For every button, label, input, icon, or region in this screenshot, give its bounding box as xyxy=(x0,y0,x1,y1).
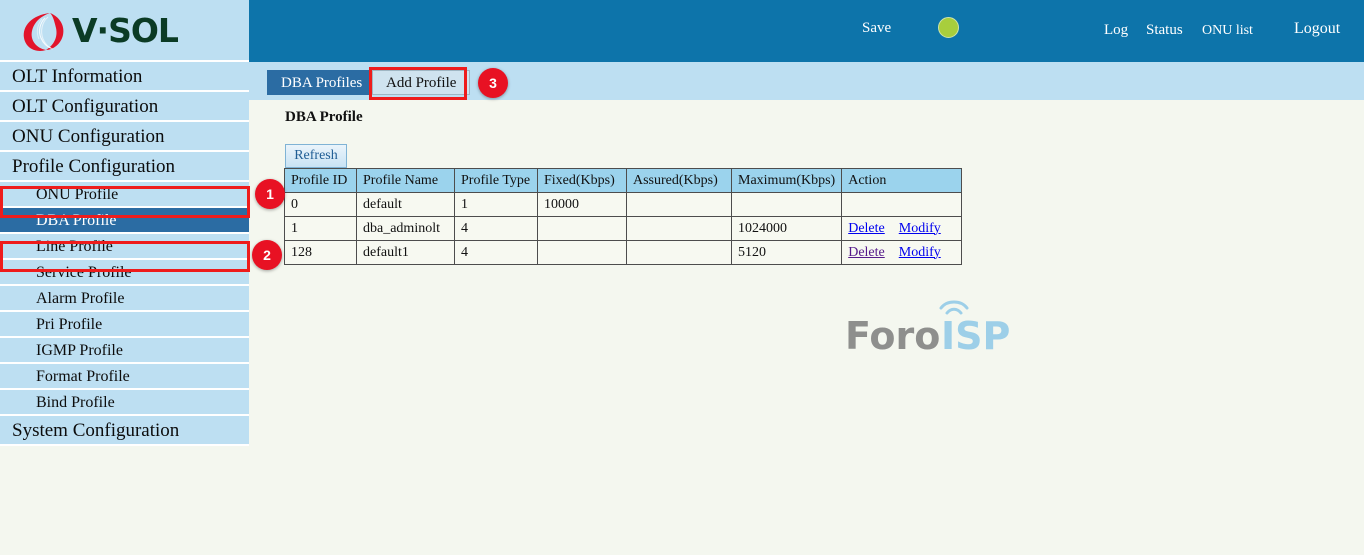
cell-assured xyxy=(627,217,732,241)
table-row: 1 dba_adminolt 4 1024000 Delete Modify xyxy=(285,217,962,241)
sidebar-item-dba-profile[interactable]: DBA Profile xyxy=(0,208,249,234)
tab-add-profile[interactable]: Add Profile xyxy=(372,70,470,95)
cell-fixed xyxy=(538,241,627,265)
logo-panel: V·SOL xyxy=(0,0,249,62)
sidebar-nav: OLT Information OLT Configuration ONU Co… xyxy=(0,62,249,486)
annotation-badge-3: 3 xyxy=(478,68,508,98)
cell-profile-type: 4 xyxy=(455,241,538,265)
cell-profile-id: 1 xyxy=(285,217,357,241)
cell-maximum: 1024000 xyxy=(732,217,842,241)
sidebar-item-system-configuration[interactable]: System Configuration xyxy=(0,416,249,446)
cell-assured xyxy=(627,193,732,217)
column-header-profile-id: Profile ID xyxy=(285,169,357,193)
brand-name: V·SOL xyxy=(72,11,178,50)
watermark-primary-text: Foro xyxy=(845,314,940,358)
cell-profile-id: 128 xyxy=(285,241,357,265)
tab-dba-profiles[interactable]: DBA Profiles xyxy=(267,70,376,95)
cell-fixed xyxy=(538,217,627,241)
cell-profile-name: default1 xyxy=(357,241,455,265)
modify-link[interactable]: Modify xyxy=(899,221,941,236)
save-button[interactable]: Save xyxy=(862,20,891,37)
cell-assured xyxy=(627,241,732,265)
cell-action: Delete Modify xyxy=(842,241,962,265)
sidebar-item-service-profile[interactable]: Service Profile xyxy=(0,260,249,286)
sidebar-item-onu-configuration[interactable]: ONU Configuration xyxy=(0,122,249,152)
top-header-bar: V·SOL Save Log Status ONU list Logout xyxy=(0,0,1364,62)
modify-link[interactable]: Modify xyxy=(899,245,941,260)
column-header-action: Action xyxy=(842,169,962,193)
sidebar-item-alarm-profile[interactable]: Alarm Profile xyxy=(0,286,249,312)
log-link[interactable]: Log xyxy=(1104,22,1128,39)
status-link[interactable]: Status xyxy=(1146,22,1183,39)
status-dot-green-icon xyxy=(938,17,959,38)
sidebar-item-profile-configuration[interactable]: Profile Configuration xyxy=(0,152,249,182)
vsol-swirl-icon xyxy=(20,9,66,55)
page-title: DBA Profile xyxy=(285,109,363,126)
cell-maximum xyxy=(732,193,842,217)
watermark-secondary-text: ISP xyxy=(941,314,1010,358)
table-row: 0 default 1 10000 xyxy=(285,193,962,217)
column-header-profile-name: Profile Name xyxy=(357,169,455,193)
column-header-fixed-kbps: Fixed(Kbps) xyxy=(538,169,627,193)
cell-action: Delete Modify xyxy=(842,217,962,241)
cell-profile-id: 0 xyxy=(285,193,357,217)
wifi-signal-icon xyxy=(937,292,971,318)
cell-profile-type: 1 xyxy=(455,193,538,217)
main-content: DBA Profiles Add Profile DBA Profile Ref… xyxy=(249,62,1364,555)
foroisp-watermark: Foro ISP xyxy=(845,314,1025,364)
logout-link[interactable]: Logout xyxy=(1294,20,1340,38)
brand-logo: V·SOL xyxy=(20,9,235,55)
tab-bar: DBA Profiles Add Profile xyxy=(249,62,1364,100)
sidebar-item-pri-profile[interactable]: Pri Profile xyxy=(0,312,249,338)
delete-link[interactable]: Delete xyxy=(848,245,885,260)
sidebar-item-igmp-profile[interactable]: IGMP Profile xyxy=(0,338,249,364)
cell-maximum: 5120 xyxy=(732,241,842,265)
refresh-button[interactable]: Refresh xyxy=(285,144,347,168)
sidebar-item-bind-profile[interactable]: Bind Profile xyxy=(0,390,249,416)
cell-profile-name: dba_adminolt xyxy=(357,217,455,241)
sidebar-item-onu-profile[interactable]: ONU Profile xyxy=(0,182,249,208)
column-header-maximum-kbps: Maximum(Kbps) xyxy=(732,169,842,193)
sidebar-item-olt-information[interactable]: OLT Information xyxy=(0,62,249,92)
table-header-row: Profile ID Profile Name Profile Type Fix… xyxy=(285,169,962,193)
cell-fixed: 10000 xyxy=(538,193,627,217)
column-header-assured-kbps: Assured(Kbps) xyxy=(627,169,732,193)
annotation-badge-1: 1 xyxy=(255,179,285,209)
cell-action xyxy=(842,193,962,217)
onu-list-link[interactable]: ONU list xyxy=(1202,23,1253,39)
sidebar-item-line-profile[interactable]: Line Profile xyxy=(0,234,249,260)
annotation-badge-2: 2 xyxy=(252,240,282,270)
delete-link[interactable]: Delete xyxy=(848,221,885,236)
cell-profile-name: default xyxy=(357,193,455,217)
cell-profile-type: 4 xyxy=(455,217,538,241)
table-row: 128 default1 4 5120 Delete Modify xyxy=(285,241,962,265)
column-header-profile-type: Profile Type xyxy=(455,169,538,193)
sidebar-item-format-profile[interactable]: Format Profile xyxy=(0,364,249,390)
sidebar-item-olt-configuration[interactable]: OLT Configuration xyxy=(0,92,249,122)
dba-profile-table: Profile ID Profile Name Profile Type Fix… xyxy=(284,168,962,265)
